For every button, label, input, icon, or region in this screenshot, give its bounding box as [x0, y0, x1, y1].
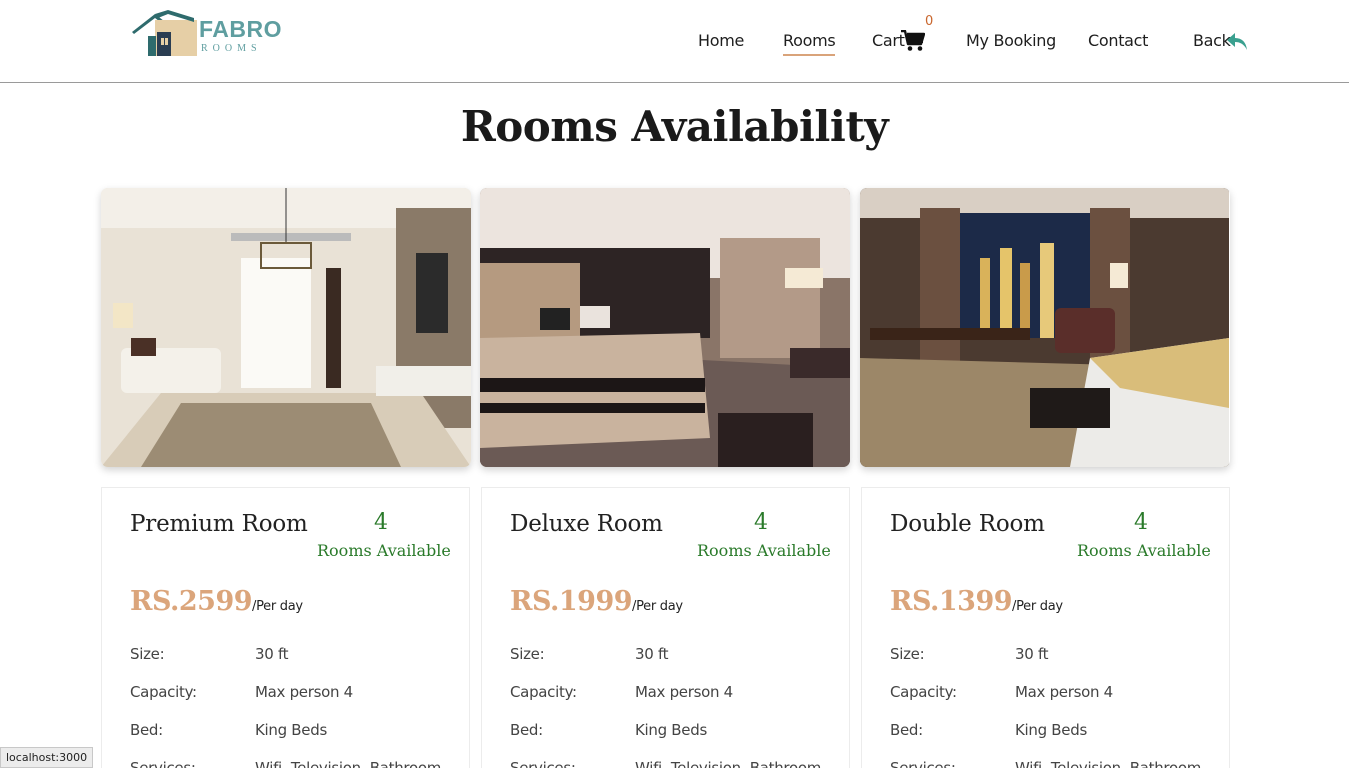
- spec-value: Wifi, Television, Bathroom: [1015, 759, 1202, 768]
- room-price: RS.1399/Per day: [890, 586, 1063, 617]
- spec-label: Services:: [890, 759, 956, 768]
- browser-status-url: localhost:3000: [0, 747, 94, 768]
- spec-label: Bed:: [890, 721, 923, 739]
- reply-arrow-icon[interactable]: [1226, 30, 1248, 52]
- nav-home[interactable]: Home: [698, 31, 744, 50]
- spec-value: King Beds: [635, 721, 707, 739]
- cart-count-badge: 0: [925, 14, 934, 29]
- rooms-available-count: 4: [754, 510, 768, 535]
- spec-value: King Beds: [1015, 721, 1087, 739]
- spec-label: Services:: [130, 759, 196, 768]
- room-name: Premium Room: [130, 511, 308, 537]
- price-unit: /Per day: [1012, 599, 1063, 614]
- nav-back[interactable]: Back: [1193, 31, 1231, 50]
- spec-value: Max person 4: [255, 683, 353, 701]
- nav-cart[interactable]: Cart: [872, 31, 905, 50]
- room-name: Deluxe Room: [510, 511, 663, 537]
- spec-label: Capacity:: [130, 683, 197, 701]
- nav-contact[interactable]: Contact: [1088, 31, 1148, 50]
- price-unit: /Per day: [632, 599, 683, 614]
- spec-label: Capacity:: [890, 683, 957, 701]
- spec-value: 30 ft: [255, 645, 289, 663]
- spec-value: Wifi, Television, Bathroom: [635, 759, 822, 768]
- rooms-available-label: Rooms Available: [317, 541, 451, 560]
- rooms-available-count: 4: [1134, 510, 1148, 535]
- price-unit: /Per day: [252, 599, 303, 614]
- room-price: RS.2599/Per day: [130, 586, 303, 617]
- rooms-available-label: Rooms Available: [697, 541, 831, 560]
- spec-value: Wifi, Television, Bathroom: [255, 759, 442, 768]
- deluxe-room-image[interactable]: [480, 188, 850, 467]
- main-nav: Home Rooms Cart 0 My Booking Contact Bac…: [0, 0, 1349, 83]
- price-value: RS.1399: [890, 586, 1013, 617]
- spec-label: Bed:: [510, 721, 543, 739]
- spec-label: Size:: [130, 645, 165, 663]
- double-room-image[interactable]: [860, 188, 1230, 467]
- nav-rooms[interactable]: Rooms: [783, 31, 836, 56]
- rooms-available-count: 4: [374, 510, 388, 535]
- room-card-deluxe: Deluxe Room 4 Rooms Available RS.1999/Pe…: [481, 487, 850, 768]
- rooms-available-label: Rooms Available: [1077, 541, 1211, 560]
- spec-label: Services:: [510, 759, 576, 768]
- spec-value: 30 ft: [1015, 645, 1049, 663]
- spec-label: Size:: [890, 645, 925, 663]
- spec-value: Max person 4: [1015, 683, 1113, 701]
- spec-value: Max person 4: [635, 683, 733, 701]
- spec-label: Size:: [510, 645, 545, 663]
- page-title: Rooms Availability: [460, 102, 889, 151]
- price-value: RS.1999: [510, 586, 633, 617]
- spec-value: King Beds: [255, 721, 327, 739]
- price-value: RS.2599: [130, 586, 253, 617]
- room-card-premium: Premium Room 4 Rooms Available RS.2599/P…: [101, 487, 470, 768]
- room-name: Double Room: [890, 511, 1045, 537]
- room-card-double: Double Room 4 Rooms Available RS.1399/Pe…: [861, 487, 1230, 768]
- spec-value: 30 ft: [635, 645, 669, 663]
- cart-icon[interactable]: [901, 30, 925, 52]
- spec-label: Capacity:: [510, 683, 577, 701]
- nav-my-booking[interactable]: My Booking: [966, 31, 1056, 50]
- room-price: RS.1999/Per day: [510, 586, 683, 617]
- site-header: FABRO ROOMS Home Rooms Cart 0 My Booking…: [0, 0, 1349, 83]
- premium-room-image[interactable]: [101, 188, 471, 467]
- spec-label: Bed:: [130, 721, 163, 739]
